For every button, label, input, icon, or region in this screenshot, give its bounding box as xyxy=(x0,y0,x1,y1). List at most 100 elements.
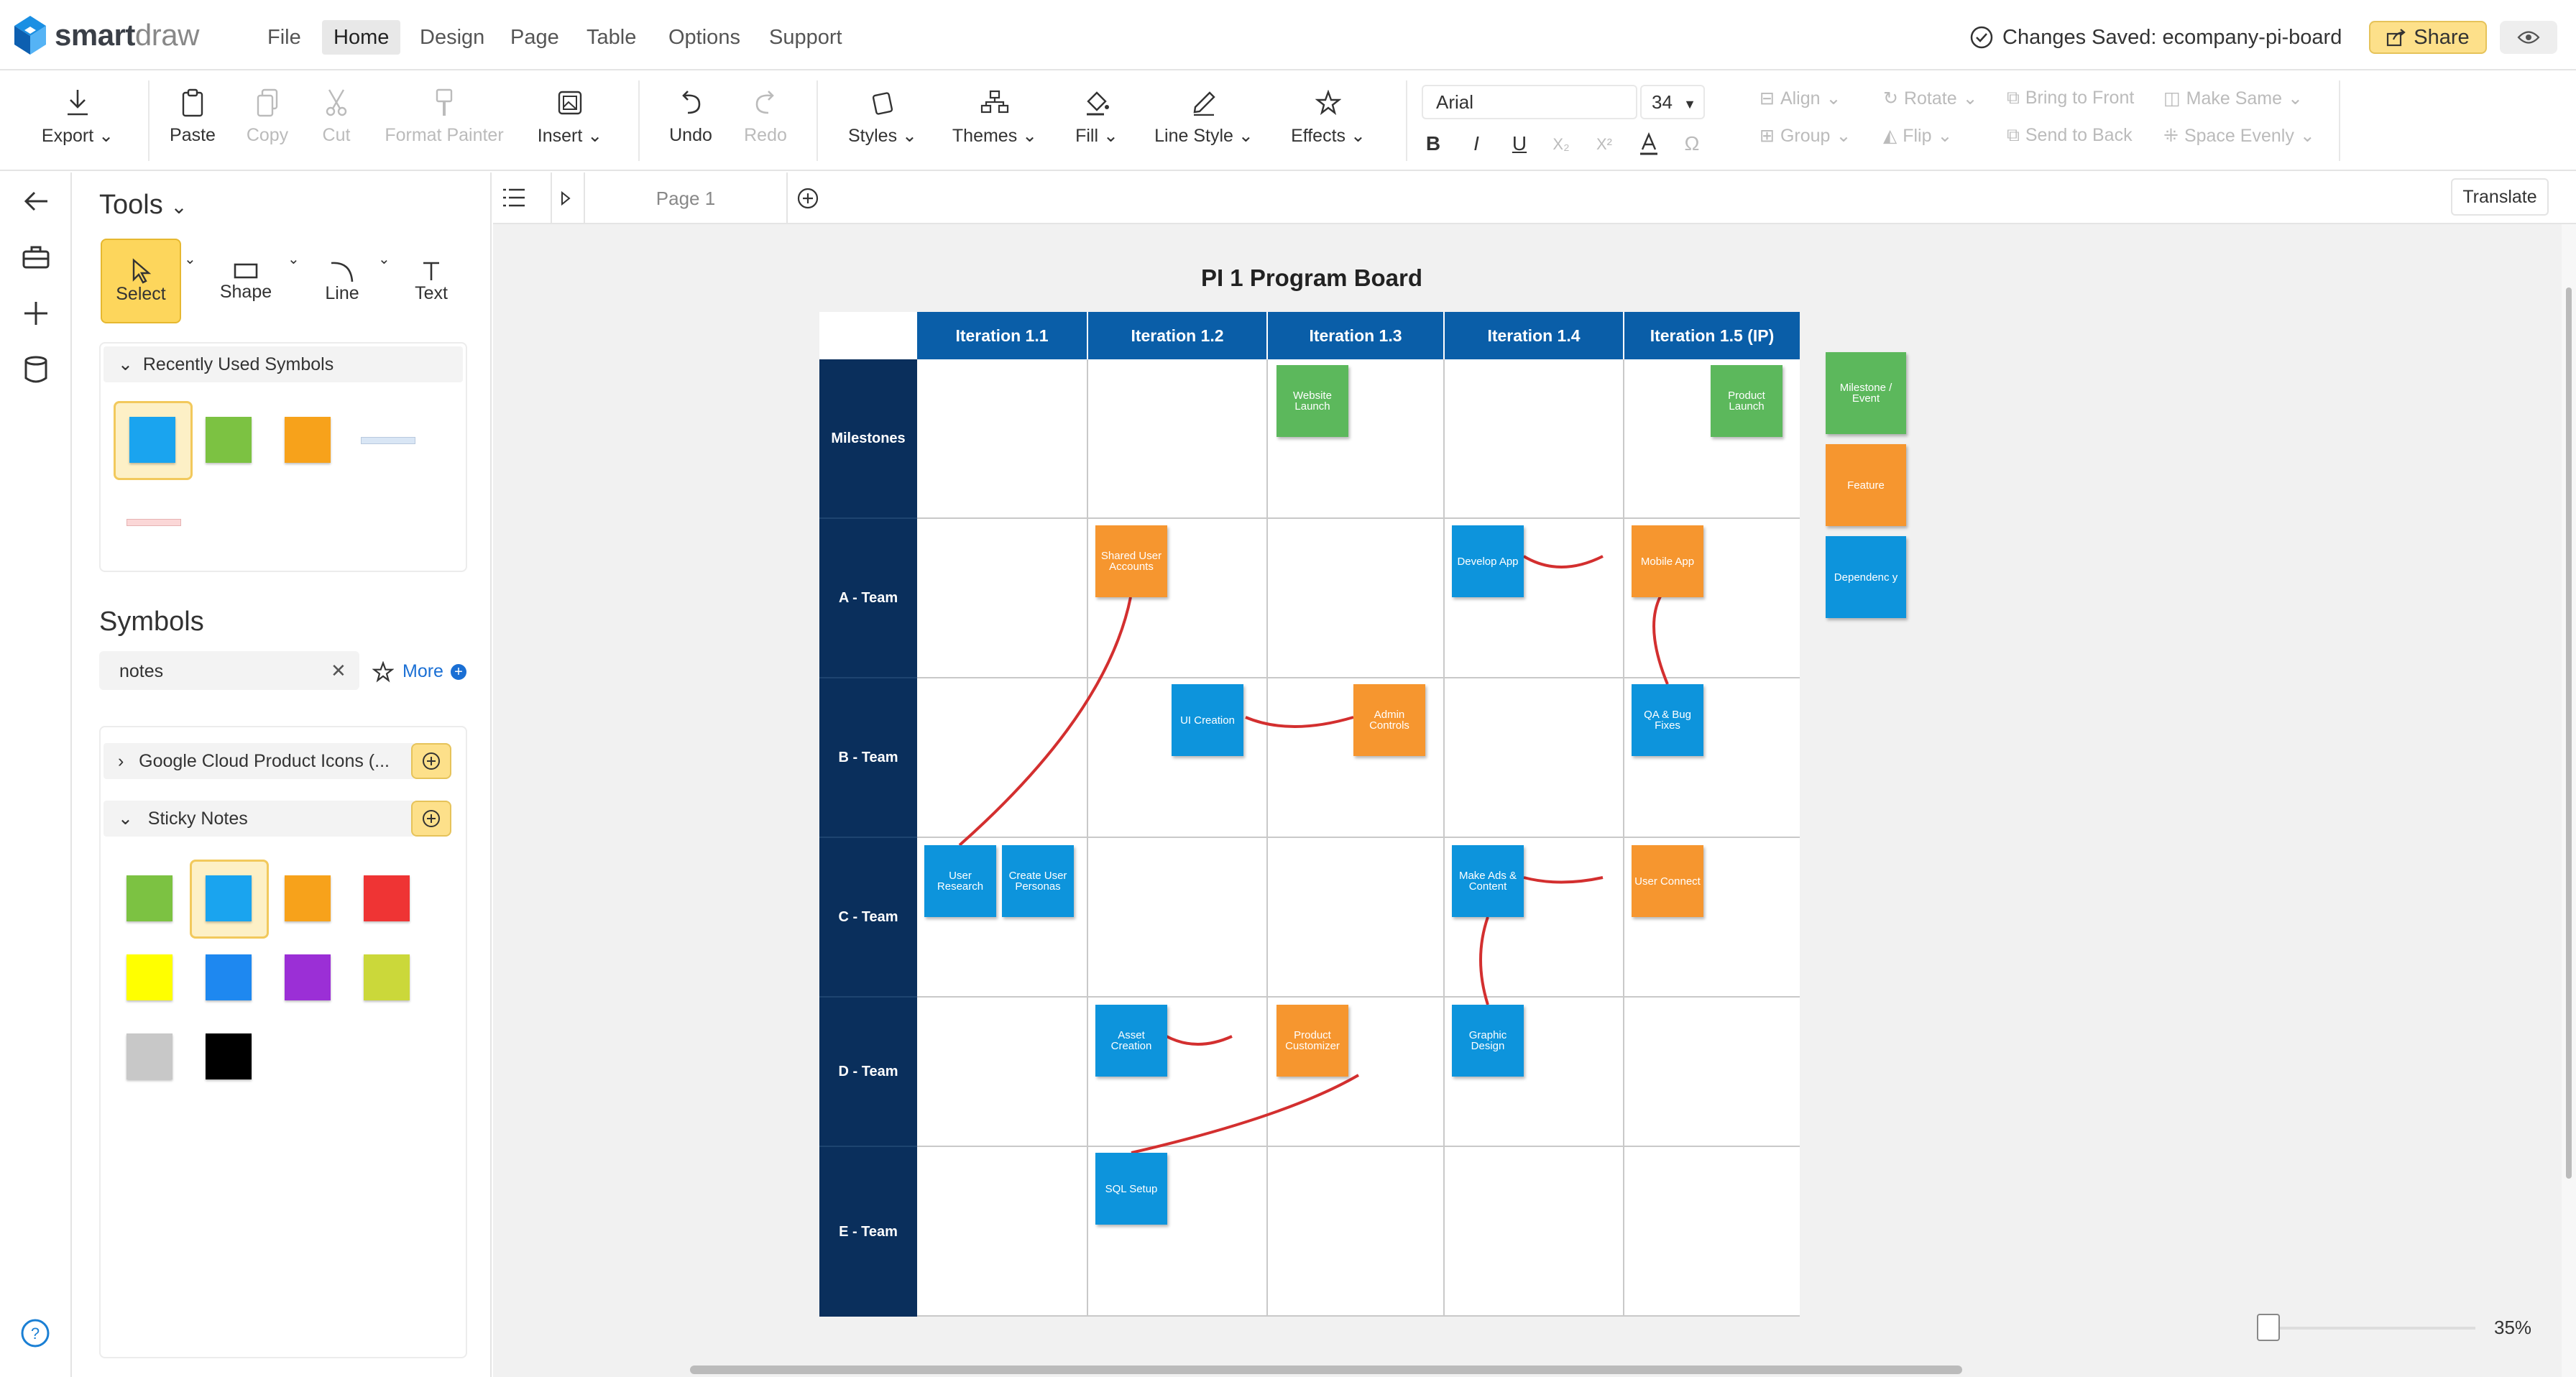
flip-button[interactable]: ◭ Flip ⌄ xyxy=(1883,125,1952,147)
superscript-button[interactable]: X² xyxy=(1591,135,1617,154)
help-icon[interactable]: ? xyxy=(20,1318,50,1348)
toolbox-icon[interactable] xyxy=(22,244,50,270)
library-sticky-notes[interactable]: ⌄ Sticky Notes xyxy=(104,801,415,837)
align-button[interactable]: ⊟ Align ⌄ xyxy=(1760,88,1841,109)
board-title[interactable]: PI 1 Program Board xyxy=(1078,264,1545,292)
sticky-user-research[interactable]: User Research xyxy=(924,845,996,917)
database-icon[interactable] xyxy=(23,355,49,384)
send-to-back-button[interactable]: ⧉ Send to Back xyxy=(2007,125,2133,146)
add-library-button[interactable] xyxy=(411,743,451,779)
sticky-qa-bug-fixes[interactable]: QA & Bug Fixes xyxy=(1632,684,1703,756)
tool-text[interactable]: Text xyxy=(391,239,472,323)
font-family-select[interactable]: Arial xyxy=(1422,85,1637,119)
sticky-website-launch[interactable]: Website Launch xyxy=(1276,365,1348,437)
font-size-select[interactable]: 34 ▼ xyxy=(1640,85,1705,119)
sticky-mobile-app[interactable]: Mobile App xyxy=(1632,525,1703,597)
more-symbols-link[interactable]: More + xyxy=(402,661,466,682)
tab-page-1[interactable]: Page 1 xyxy=(585,172,786,224)
insert-button[interactable]: Insert ⌄ xyxy=(530,86,610,158)
share-button[interactable]: Share xyxy=(2369,21,2487,54)
rotate-button[interactable]: ↻ Rotate ⌄ xyxy=(1883,88,1978,109)
space-evenly-button[interactable]: ⁜ Space Evenly ⌄ xyxy=(2163,125,2315,147)
add-page-icon[interactable] xyxy=(796,187,819,210)
fill-button[interactable]: Fill ⌄ xyxy=(1067,86,1127,158)
sticky-develop-app[interactable]: Develop App xyxy=(1452,525,1524,597)
legend-dependency[interactable]: Dependenc y xyxy=(1826,536,1906,618)
sticky-admin-controls[interactable]: Admin Controls xyxy=(1353,684,1425,756)
play-icon[interactable] xyxy=(556,190,574,207)
menu-file[interactable]: File xyxy=(256,20,313,55)
tool-shape[interactable]: Shape xyxy=(206,239,286,323)
sticky-note-swatch[interactable] xyxy=(206,1033,252,1079)
chevron-down-icon[interactable]: ⌄ xyxy=(288,250,300,268)
text-color-button[interactable] xyxy=(1636,132,1662,160)
smartdraw-logo[interactable]: smartdraw xyxy=(14,16,199,55)
group-button[interactable]: ⊞ Group ⌄ xyxy=(1760,125,1851,147)
tools-header[interactable]: Tools ⌄ xyxy=(99,190,188,221)
sticky-note-swatch[interactable] xyxy=(285,954,331,1000)
sticky-make-ads-content[interactable]: Make Ads & Content xyxy=(1452,845,1524,917)
zoom-slider-handle[interactable] xyxy=(2257,1314,2280,1341)
sticky-product-customizer[interactable]: Product Customizer xyxy=(1276,1005,1348,1077)
program-board[interactable]: Iteration 1.1 Iteration 1.2 Iteration 1.… xyxy=(819,312,1800,1317)
sticky-note-swatch[interactable] xyxy=(285,875,331,921)
vertical-scroll-thumb[interactable] xyxy=(2566,287,2572,1179)
redo-button[interactable]: Redo xyxy=(733,86,798,158)
preview-button[interactable] xyxy=(2500,21,2557,54)
recent-sticky-orange[interactable] xyxy=(285,417,331,463)
menu-table[interactable]: Table xyxy=(575,20,648,55)
page-list-icon[interactable] xyxy=(502,187,526,208)
legend-milestone-event[interactable]: Milestone / Event xyxy=(1826,352,1906,434)
format-painter-button[interactable]: Format Painter xyxy=(381,86,507,158)
effects-button[interactable]: Effects ⌄ xyxy=(1285,86,1371,158)
underline-button[interactable]: U xyxy=(1506,132,1532,155)
sticky-note-swatch[interactable] xyxy=(126,954,172,1000)
copy-button[interactable]: Copy xyxy=(237,86,298,158)
recent-sticky-blue[interactable] xyxy=(129,417,175,463)
menu-options[interactable]: Options xyxy=(657,20,752,55)
sticky-note-swatch[interactable] xyxy=(206,954,252,1000)
sticky-note-swatch[interactable] xyxy=(126,875,172,921)
bring-to-front-button[interactable]: ⧉ Bring to Front xyxy=(2007,88,2134,109)
menu-home[interactable]: Home xyxy=(322,20,401,55)
menu-page[interactable]: Page xyxy=(499,20,571,55)
cut-button[interactable]: Cut xyxy=(308,86,365,158)
sticky-user-connect[interactable]: User Connect xyxy=(1632,845,1703,917)
styles-button[interactable]: Styles ⌄ xyxy=(840,86,926,158)
themes-button[interactable]: Themes ⌄ xyxy=(947,86,1042,158)
symbol-search-input[interactable]: notes ✕ xyxy=(99,651,359,690)
undo-button[interactable]: Undo xyxy=(658,86,723,158)
chevron-down-icon[interactable]: ⌄ xyxy=(378,250,390,268)
sticky-sql-setup[interactable]: SQL Setup xyxy=(1095,1153,1167,1225)
legend-feature[interactable]: Feature xyxy=(1826,444,1906,526)
zoom-slider-track[interactable] xyxy=(2261,1327,2475,1330)
library-google-cloud[interactable]: › Google Cloud Product Icons (... xyxy=(104,743,415,779)
back-arrow-icon[interactable] xyxy=(22,188,50,214)
clear-search-icon[interactable]: ✕ xyxy=(331,660,346,682)
sticky-graphic-design[interactable]: Graphic Design xyxy=(1452,1005,1524,1077)
horizontal-scroll-thumb[interactable] xyxy=(690,1366,1962,1374)
recent-symbols-header[interactable]: ⌄ Recently Used Symbols xyxy=(104,346,463,382)
sticky-note-swatch[interactable] xyxy=(364,954,410,1000)
sticky-shared-user-accounts[interactable]: Shared User Accounts xyxy=(1095,525,1167,597)
export-button[interactable]: Export ⌄ xyxy=(34,86,121,158)
line-style-button[interactable]: Line Style ⌄ xyxy=(1150,86,1258,158)
special-char-button[interactable]: Ω xyxy=(1679,132,1705,155)
sticky-ui-creation[interactable]: UI Creation xyxy=(1172,684,1243,756)
sticky-asset-creation[interactable]: Asset Creation xyxy=(1095,1005,1167,1077)
sticky-note-swatch[interactable] xyxy=(126,1033,172,1079)
subscript-button[interactable]: X₂ xyxy=(1548,135,1574,154)
paste-button[interactable]: Paste xyxy=(162,86,223,158)
translate-button[interactable]: Translate xyxy=(2451,178,2549,216)
sticky-product-launch[interactable]: Product Launch xyxy=(1711,365,1782,437)
recent-symbol-label-shape[interactable] xyxy=(126,519,181,526)
sticky-create-user-personas[interactable]: Create User Personas xyxy=(1002,845,1074,917)
make-same-button[interactable]: ◫ Make Same ⌄ xyxy=(2163,88,2303,109)
plus-icon[interactable] xyxy=(22,299,50,328)
add-library-button[interactable] xyxy=(411,801,451,837)
recent-sticky-green[interactable] xyxy=(206,417,252,463)
chevron-down-icon[interactable]: ⌄ xyxy=(184,250,196,268)
recent-symbol-text-shape[interactable] xyxy=(361,437,415,444)
tool-select[interactable]: Select xyxy=(101,239,181,323)
sticky-note-swatch[interactable] xyxy=(206,875,252,921)
